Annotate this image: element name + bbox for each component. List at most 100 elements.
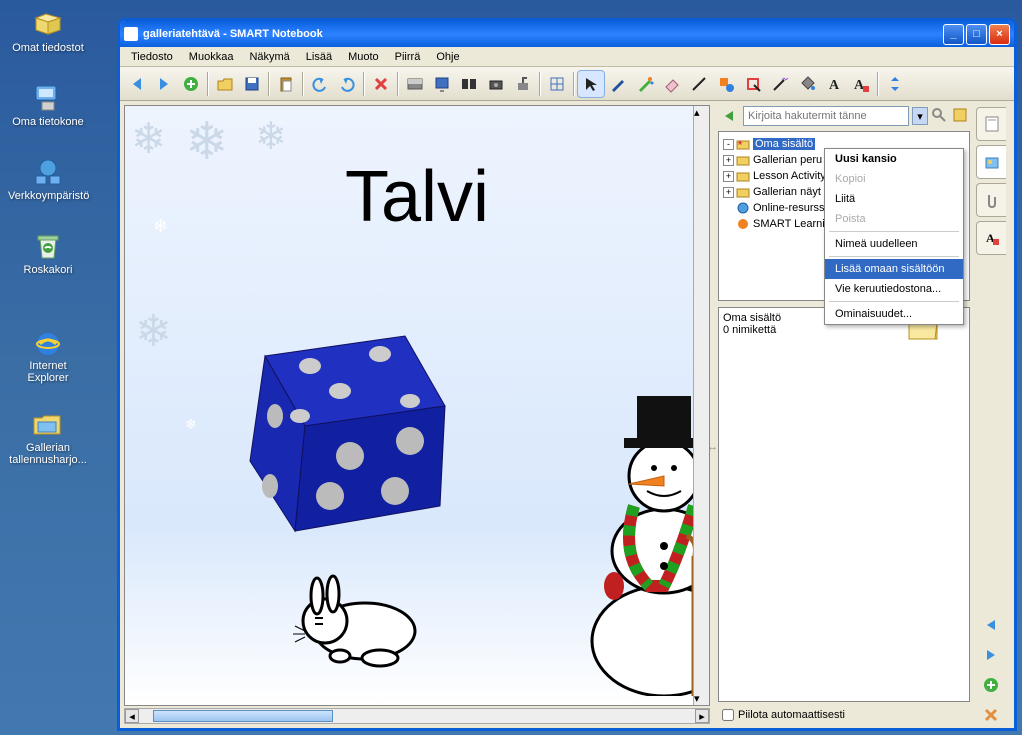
back-button[interactable]	[124, 71, 150, 97]
gallery-folder-icon	[32, 408, 64, 440]
snowflake-icon: ❄	[185, 416, 197, 433]
horizontal-scrollbar[interactable]: ◂ ▸	[124, 708, 710, 724]
canvas-area: ❄ ❄ ❄ ❄ ❄ ❄ Talvi	[120, 101, 714, 728]
side-tabs: A ↔	[974, 101, 1008, 728]
smart-icon	[736, 218, 750, 230]
computer-icon	[32, 82, 64, 114]
autohide-checkbox[interactable]	[722, 709, 734, 721]
collapse-icon[interactable]: -	[723, 139, 734, 150]
search-input[interactable]	[743, 106, 909, 126]
redo-button[interactable]	[334, 71, 360, 97]
panel-next-button[interactable]	[978, 642, 1004, 668]
desktop-icon-network[interactable]: Verkkoympäristö	[8, 156, 88, 202]
resize-handle-icon[interactable]: ↔	[707, 441, 718, 453]
ctx-rename[interactable]: Nimeä uudelleen	[825, 234, 963, 254]
ctx-new-folder[interactable]: Uusi kansio	[825, 149, 963, 169]
undo-button[interactable]	[307, 71, 333, 97]
search-go-button[interactable]	[931, 107, 949, 125]
doc-camera-button[interactable]	[510, 71, 536, 97]
add-page-button[interactable]	[178, 71, 204, 97]
line-button[interactable]	[686, 71, 712, 97]
tab-attachments[interactable]	[976, 183, 1006, 217]
ctx-separator	[829, 231, 959, 232]
expand-icon[interactable]: +	[723, 187, 734, 198]
star-folder-icon	[736, 138, 750, 150]
autohide-row: Piilota automaattisesti	[718, 706, 970, 724]
search-dropdown-button[interactable]: ▾	[912, 107, 928, 125]
tab-page-sorter[interactable]	[976, 107, 1006, 141]
text-button[interactable]: A	[821, 71, 847, 97]
open-button[interactable]	[212, 71, 238, 97]
panel-add-button[interactable]	[978, 672, 1004, 698]
menu-insert[interactable]: Lisää	[299, 49, 339, 65]
capture-button[interactable]	[483, 71, 509, 97]
select-button[interactable]	[578, 71, 604, 97]
gallery-content-pane[interactable]: Oma sisältö 0 nimikettä	[718, 307, 970, 702]
delete-button[interactable]	[368, 71, 394, 97]
toolbar: A A	[120, 67, 1014, 101]
ie-icon	[32, 326, 64, 358]
forward-button[interactable]	[151, 71, 177, 97]
snowflake-icon: ❄	[135, 306, 172, 357]
window-title: galleriatehtävä - SMART Notebook	[143, 28, 941, 40]
pen-button[interactable]	[605, 71, 631, 97]
paste-button[interactable]	[273, 71, 299, 97]
page-canvas[interactable]: ❄ ❄ ❄ ❄ ❄ ❄ Talvi	[124, 105, 710, 706]
magic-pen-button[interactable]	[767, 71, 793, 97]
close-button[interactable]: ×	[989, 24, 1010, 45]
menubar: Tiedosto Muokkaa Näkymä Lisää Muoto Piir…	[120, 47, 1014, 67]
desktop-icon-gallery[interactable]: Gallerian tallennusharjo...	[8, 408, 88, 466]
titlebar[interactable]: galleriatehtävä - SMART Notebook _ □ ×	[120, 21, 1014, 47]
menu-file[interactable]: Tiedosto	[124, 49, 180, 65]
autohide-label: Piilota automaattisesti	[738, 709, 845, 721]
ctx-add-to-own[interactable]: Lisää omaan sisältöön	[825, 259, 963, 279]
ctx-separator	[829, 301, 959, 302]
vertical-scrollbar[interactable]: ▴ ▾	[693, 106, 709, 705]
save-button[interactable]	[239, 71, 265, 97]
app-icon	[124, 27, 138, 41]
snowflake-icon: ❄	[255, 114, 287, 159]
shape-pen-button[interactable]	[740, 71, 766, 97]
app-window: galleriatehtävä - SMART Notebook _ □ × T…	[117, 18, 1017, 731]
move-toolbar-button[interactable]	[882, 71, 908, 97]
dual-page-button[interactable]	[456, 71, 482, 97]
maximize-button[interactable]: □	[966, 24, 987, 45]
ctx-properties[interactable]: Ominaisuudet...	[825, 304, 963, 324]
menu-view[interactable]: Näkymä	[242, 49, 296, 65]
expand-icon[interactable]: +	[723, 171, 734, 182]
search-row: ▾	[718, 105, 970, 127]
panel-delete-button[interactable]	[978, 702, 1004, 728]
desktop-icon-ie[interactable]: Internet Explorer	[8, 326, 88, 384]
ctx-paste[interactable]: Liitä	[825, 189, 963, 209]
screen-shade-button[interactable]	[402, 71, 428, 97]
menu-help[interactable]: Ohje	[429, 49, 466, 65]
shapes-button[interactable]	[713, 71, 739, 97]
desktop-icon-trash[interactable]: Roskakori	[8, 230, 88, 276]
menu-edit[interactable]: Muokkaa	[182, 49, 241, 65]
menu-draw[interactable]: Piirrä	[388, 49, 428, 65]
ctx-delete: Poista	[825, 209, 963, 229]
menu-format[interactable]: Muoto	[341, 49, 386, 65]
table-button[interactable]	[544, 71, 570, 97]
desktop-icon-documents[interactable]: Omat tiedostot	[8, 8, 88, 54]
context-menu: Uusi kansio Kopioi Liitä Poista Nimeä uu…	[824, 148, 964, 325]
snowman-object[interactable]	[569, 356, 710, 696]
globe-icon	[736, 202, 750, 214]
properties-button[interactable]: A	[848, 71, 874, 97]
rabbit-object[interactable]	[285, 566, 435, 676]
panel-prev-button[interactable]	[978, 612, 1004, 638]
tab-gallery[interactable]	[976, 145, 1006, 179]
panel-back-button[interactable]	[718, 105, 740, 127]
fill-button[interactable]	[794, 71, 820, 97]
fullscreen-button[interactable]	[429, 71, 455, 97]
eraser-button[interactable]	[659, 71, 685, 97]
desktop-icon-computer[interactable]: Oma tietokone	[8, 82, 88, 128]
ctx-export[interactable]: Vie keruutiedostona...	[825, 279, 963, 299]
search-settings-button[interactable]	[952, 107, 970, 125]
tab-properties[interactable]: A	[976, 221, 1006, 255]
minimize-button[interactable]: _	[943, 24, 964, 45]
dice-object[interactable]	[215, 296, 465, 546]
creative-pen-button[interactable]	[632, 71, 658, 97]
network-icon	[32, 156, 64, 188]
expand-icon[interactable]: +	[723, 155, 734, 166]
